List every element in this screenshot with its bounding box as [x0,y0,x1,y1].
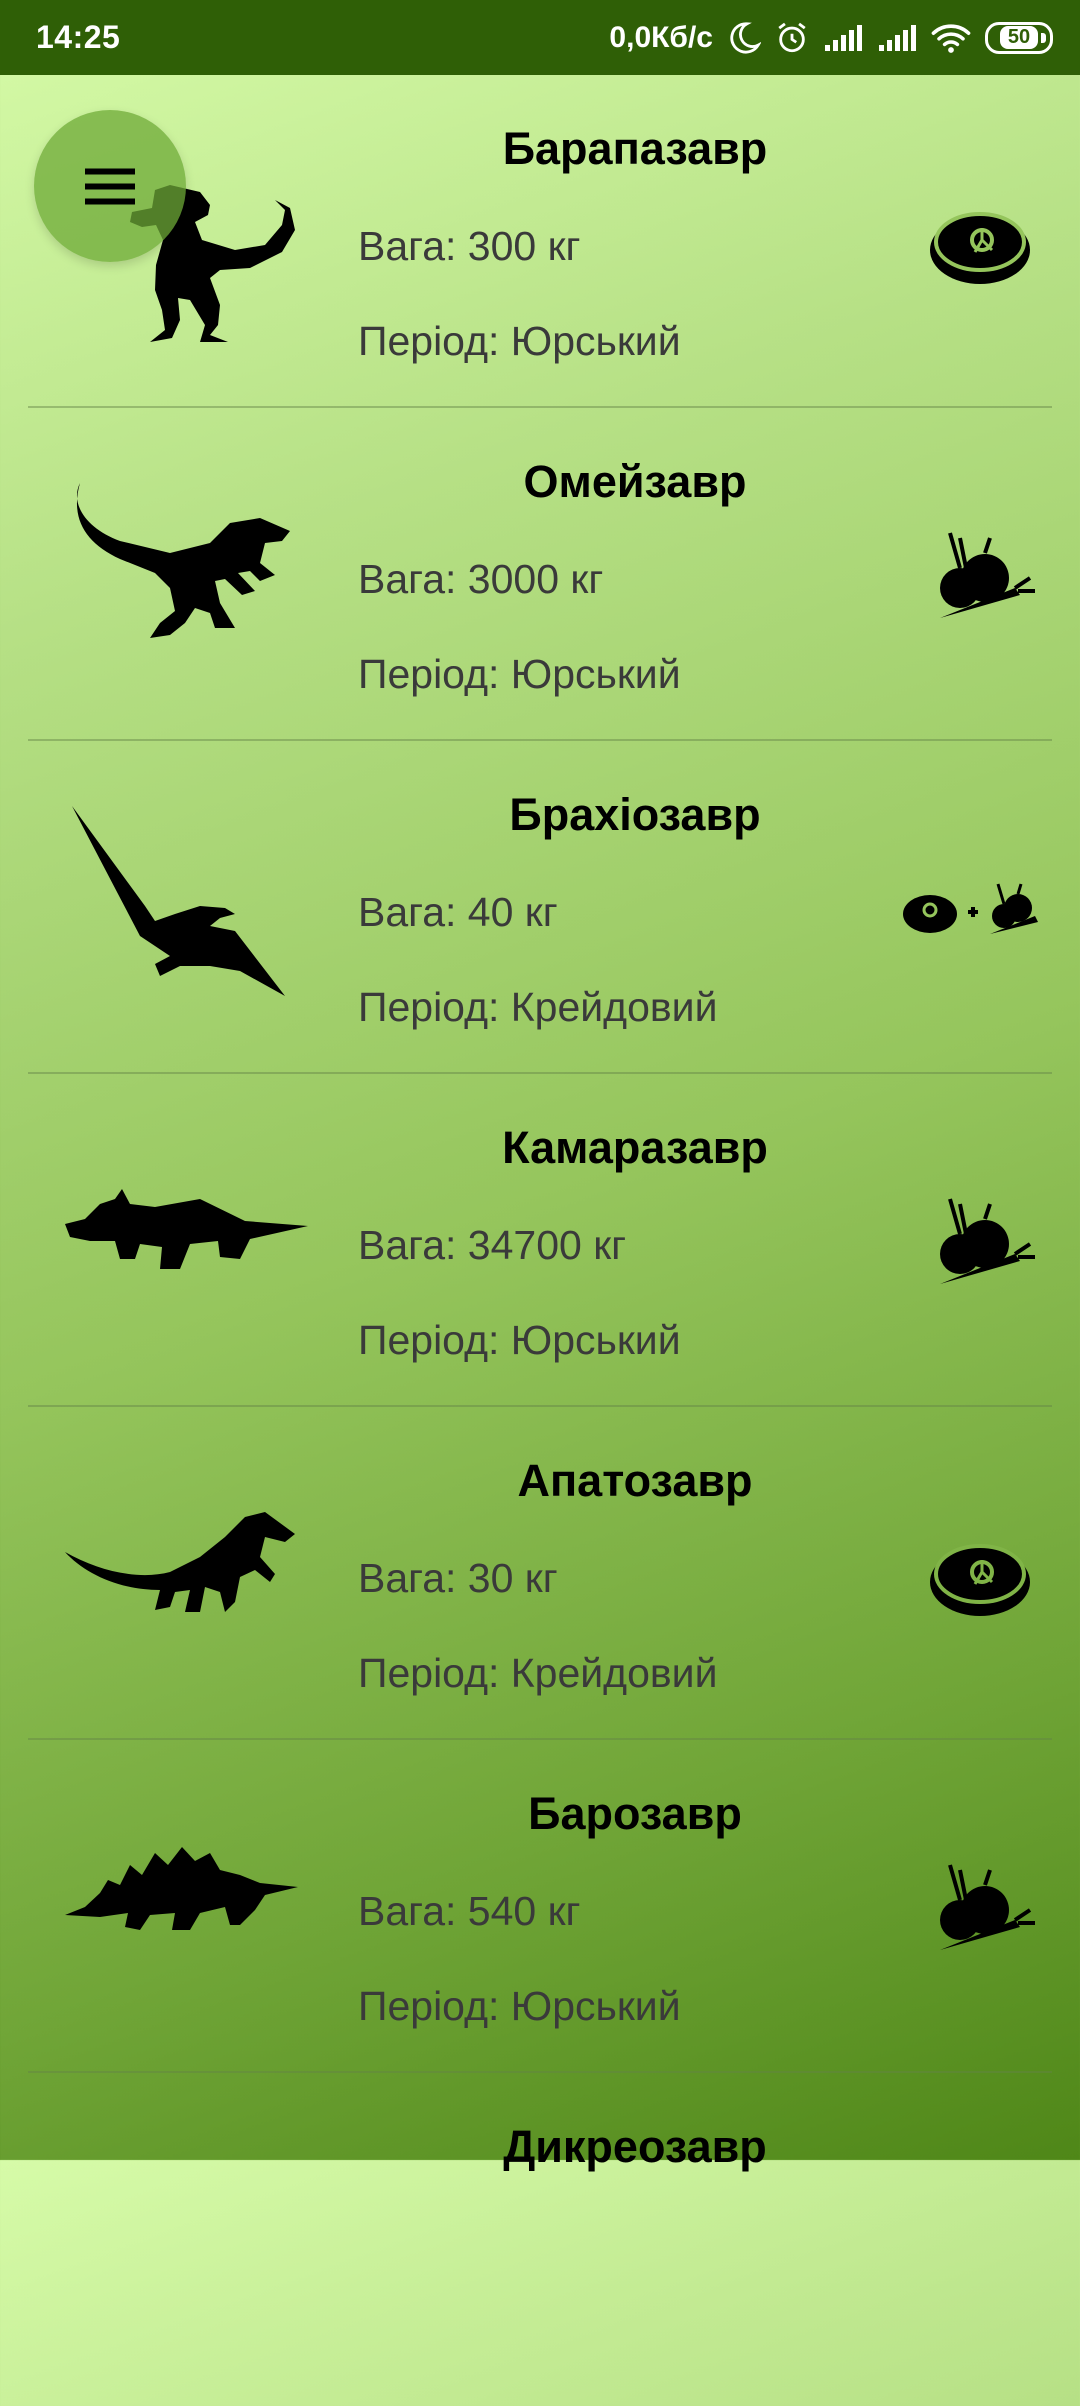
dinosaur-name: Барозавр [528,1788,742,1839]
dinosaur-weight: Вага: 40 кг [358,889,558,935]
menu-button[interactable] [34,110,186,262]
dinosaur-name: Барапазавр [502,123,768,174]
meat-plus-vegetables-icon [900,856,1050,966]
dinosaur-list-item[interactable]: Апатозавр Вага: 30 кг Період: Крейдовий [0,1407,1080,1740]
dinosaur-weight: Вага: 30 кг [358,1555,558,1601]
vegetables-icon [920,1855,1040,1965]
status-icons: 0,0Кб/с 50 [609,20,1053,55]
signal-icon [825,24,862,51]
battery-icon: 50 [985,21,1053,54]
dinosaur-period: Період: Юрський [358,651,681,697]
meat-icon [920,190,1040,300]
velociraptor-icon [60,463,320,683]
status-bar: 14:25 0,0Кб/с 50 [0,0,1080,75]
dinosaur-list-item[interactable]: Омейзавр Вага: 3000 кг Період: Юрський [0,408,1080,741]
dinosaur-name: Омейзавр [523,456,747,507]
dinosaur-period: Період: Крейдовий [358,1650,718,1696]
dinosaur-list-item[interactable]: Барозавр Вага: 540 кг Період: Юрський [0,1740,1080,2073]
triceratops-icon [60,1129,320,1349]
alarm-icon [778,22,806,52]
moon-icon [730,21,761,54]
dinosaur-period: Період: Юрський [358,1317,681,1363]
dinosaur-weight: Вага: 3000 кг [358,556,604,602]
dinosaur-list-item[interactable]: Брахіозавр Вага: 40 кг Період: Крейдовий [0,741,1080,1074]
network-speed: 0,0Кб/с [609,20,713,54]
vegetables-icon [920,1189,1040,1299]
pterodactyl-icon [60,796,320,1016]
dinosaur-weight: Вага: 300 кг [358,223,581,269]
dinosaur-list: Барапазавр Вага: 300 кг Період: Юрський … [0,75,1080,2406]
dinosaur-list-item[interactable]: Дикреозавр [0,2073,1080,2406]
dinosaur-name: Брахіозавр [509,789,761,840]
wifi-icon [931,23,971,53]
battery-level: 50 [999,26,1039,49]
dinosaur-name: Апатозавр [517,1455,753,1506]
status-time: 14:25 [36,19,121,55]
hamburger-menu-icon [85,168,135,205]
vegetables-icon [920,523,1040,633]
dinosaur-period: Період: Юрський [358,1983,681,2029]
dinosaur-list-item[interactable]: Камаразавр Вага: 34700 кг Період: Юрськи… [0,1074,1080,1407]
dinosaur-list-item[interactable]: Барапазавр Вага: 300 кг Період: Юрський [0,75,1080,408]
parasaurolophus-icon [60,1462,320,1682]
dinosaur-weight: Вага: 540 кг [358,1888,581,1934]
dinosaur-period: Період: Крейдовий [358,984,718,1030]
dinosaur-name: Камаразавр [502,1122,768,1173]
meat-icon [920,1522,1040,1632]
dinosaur-period: Період: Юрський [358,318,681,364]
dinosaur-weight: Вага: 34700 кг [358,1222,627,1268]
stegosaurus-icon [60,1795,320,2015]
dinosaur-name: Дикреозавр [503,2121,767,2172]
signal-icon [879,24,916,51]
